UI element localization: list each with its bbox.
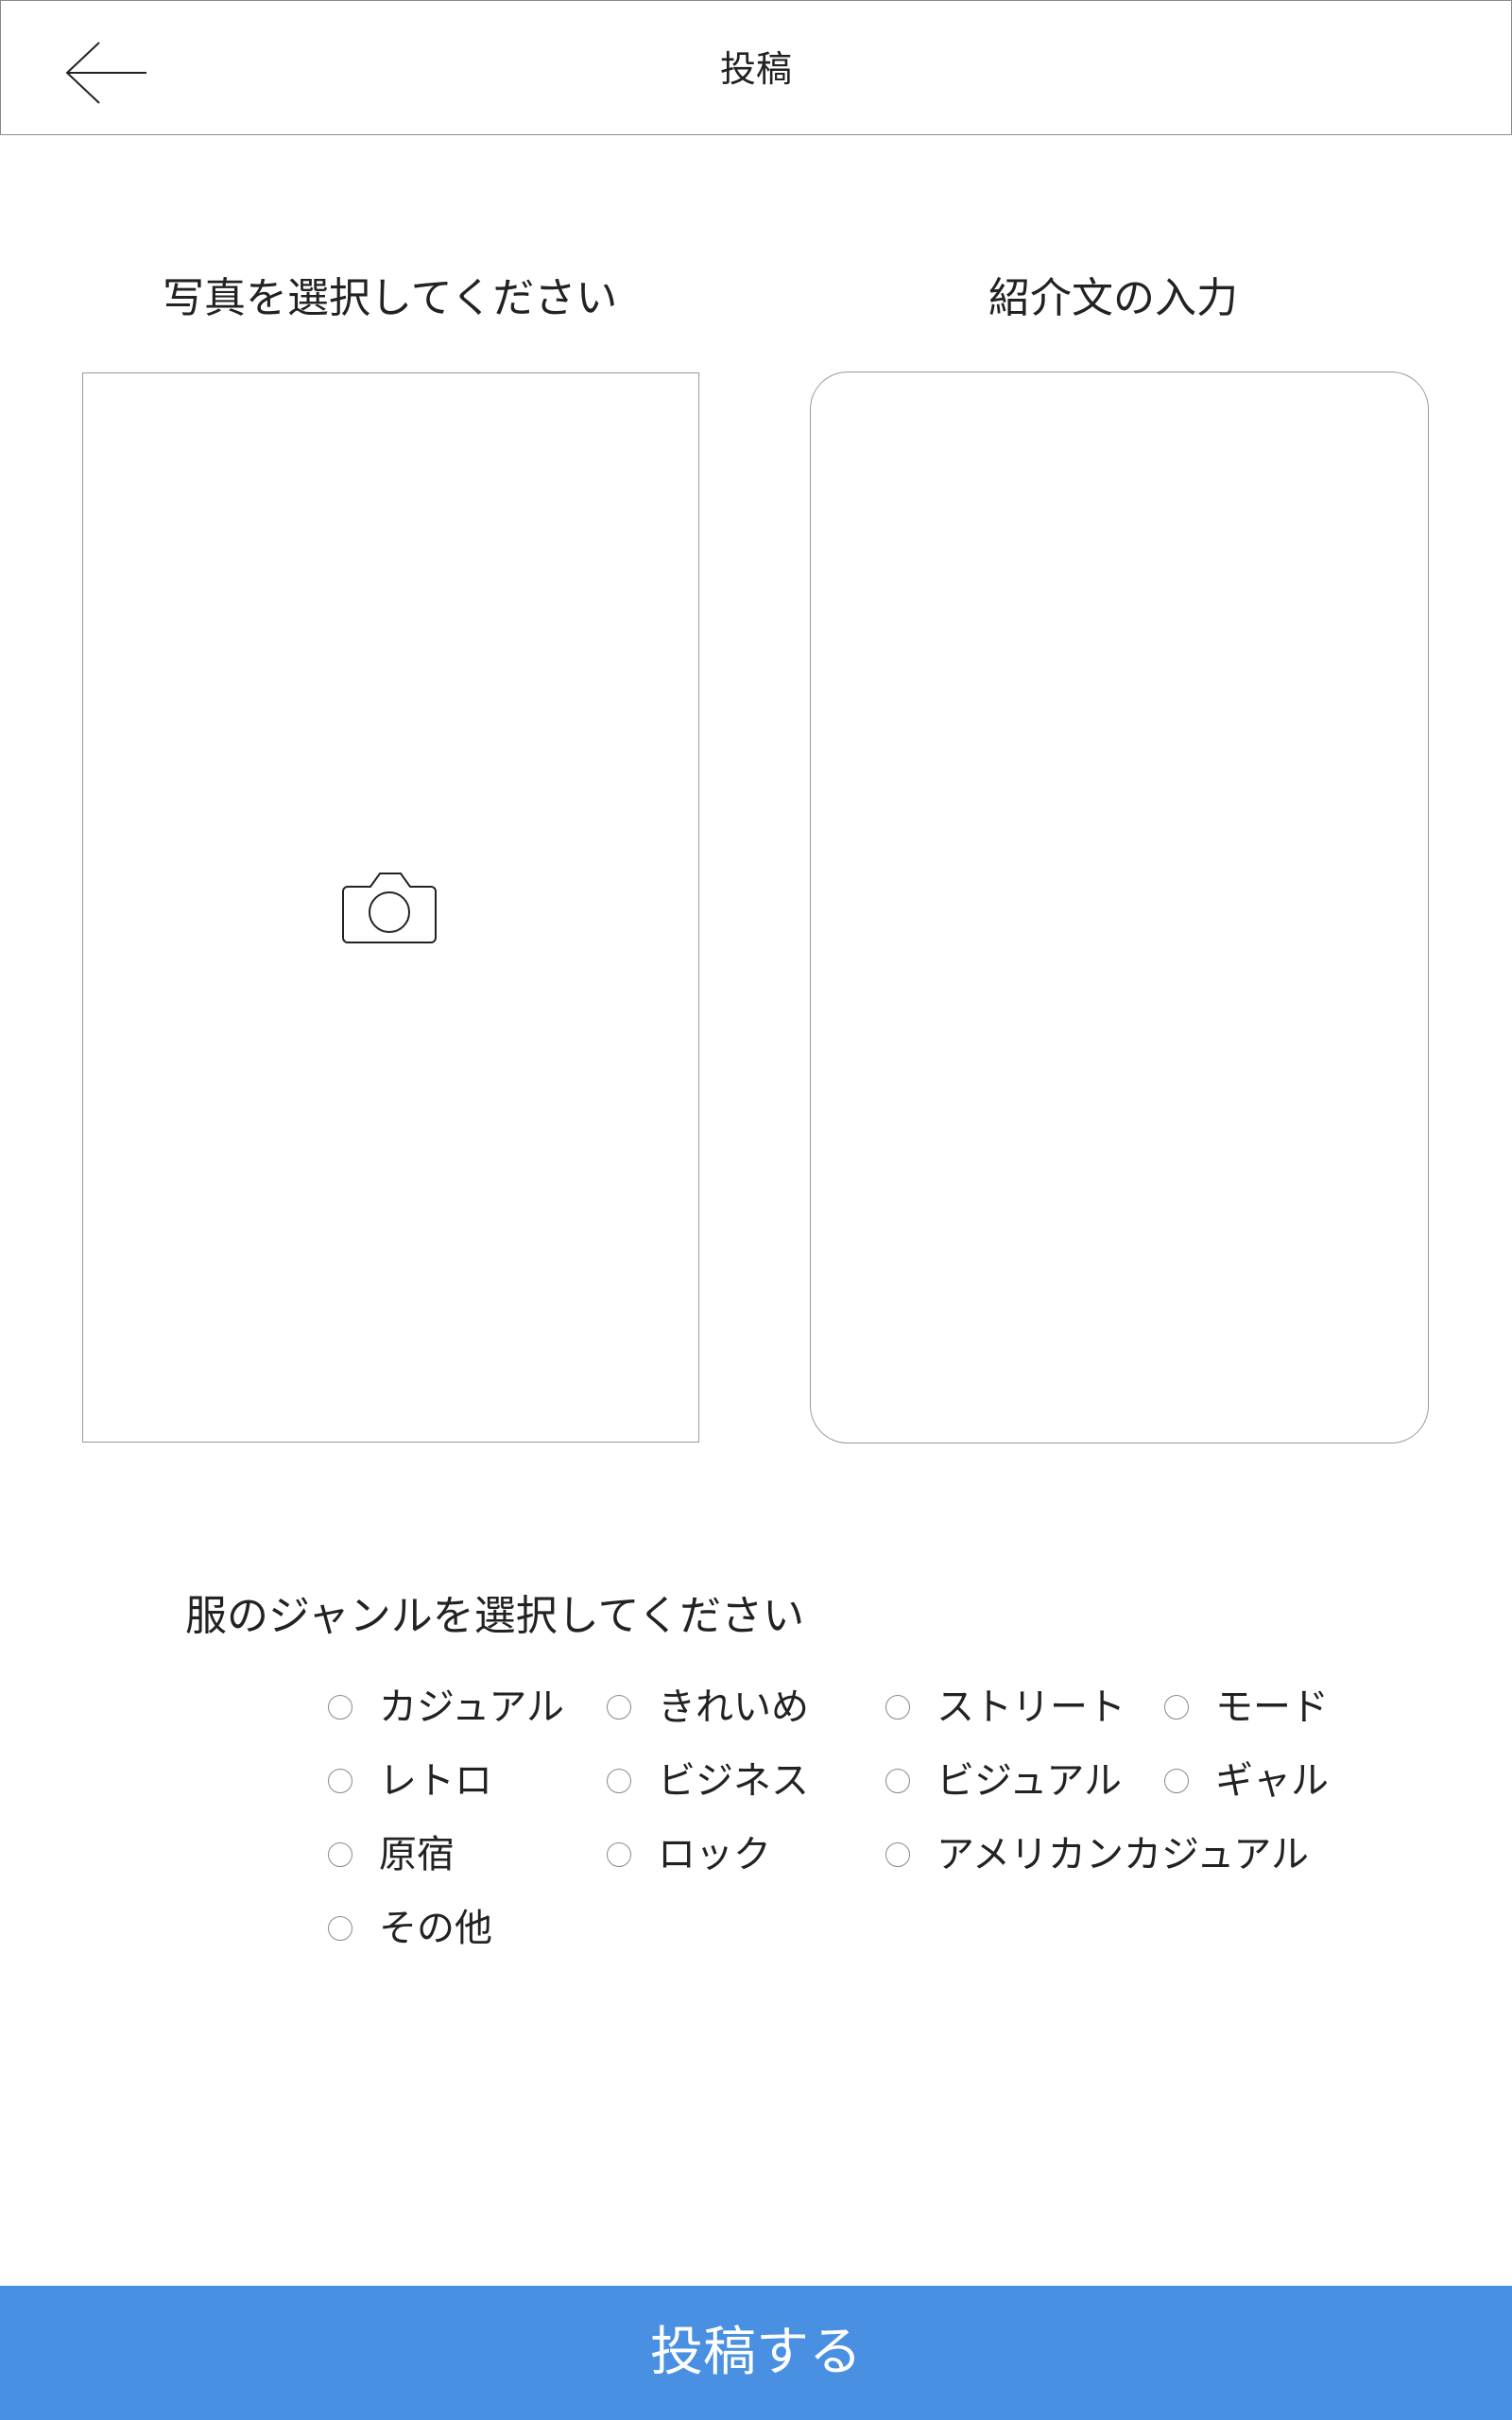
genre-option-visual[interactable]: ビジュアル: [885, 1753, 1122, 1809]
radio-button[interactable]: [328, 1695, 352, 1720]
genre-option-retro[interactable]: レトロ: [328, 1753, 492, 1809]
genre-option-label: ビジネス: [658, 1759, 809, 1803]
photo-select-label: 写真を選択してください: [163, 274, 618, 322]
page-title: 投稿: [719, 48, 792, 90]
genre-option-label: カジュアル: [379, 1685, 564, 1729]
genre-option-harajuku[interactable]: 原宿: [328, 1826, 455, 1883]
intro-textarea[interactable]: [810, 372, 1429, 1443]
genre-option-label: 原宿: [379, 1833, 455, 1876]
radio-button[interactable]: [885, 1769, 910, 1793]
genre-option-gal[interactable]: ギャル: [1164, 1753, 1329, 1809]
radio-button[interactable]: [607, 1769, 631, 1793]
genre-select-label: 服のジャンルを選択してください: [185, 1592, 805, 1640]
genre-option-other[interactable]: その他: [328, 1900, 492, 1957]
radio-button[interactable]: [328, 1916, 352, 1941]
radio-button[interactable]: [328, 1842, 352, 1867]
genre-option-american-casual[interactable]: アメリカンカジュアル: [885, 1826, 1309, 1883]
radio-button[interactable]: [607, 1695, 631, 1720]
radio-button[interactable]: [1164, 1695, 1189, 1720]
genre-option-label: レトロ: [379, 1759, 492, 1803]
radio-button[interactable]: [607, 1842, 631, 1867]
radio-button[interactable]: [1164, 1769, 1189, 1793]
camera-icon: [342, 873, 437, 943]
genre-option-label: アメリカンカジュアル: [936, 1833, 1309, 1876]
genre-option-label: ギャル: [1215, 1759, 1329, 1803]
genre-option-casual[interactable]: カジュアル: [328, 1679, 564, 1736]
radio-button[interactable]: [328, 1769, 352, 1793]
genre-option-mode[interactable]: モード: [1164, 1679, 1329, 1736]
genre-option-label: ストリート: [936, 1685, 1125, 1729]
genre-option-label: その他: [379, 1907, 492, 1950]
genre-option-label: きれいめ: [658, 1685, 809, 1729]
genre-option-kireime[interactable]: きれいめ: [607, 1679, 809, 1736]
genre-option-street[interactable]: ストリート: [885, 1679, 1125, 1736]
genre-option-label: ビジュアル: [936, 1759, 1122, 1803]
submit-post-button[interactable]: 投稿する: [0, 2286, 1512, 2420]
post-screen: 投稿 写真を選択してください 紹介文の入力 服のジャンルを選択してください カジ…: [0, 0, 1512, 2420]
genre-option-rock[interactable]: ロック: [607, 1826, 771, 1883]
intro-text-label: 紹介文の入力: [988, 274, 1238, 322]
radio-button[interactable]: [885, 1695, 910, 1720]
radio-button[interactable]: [885, 1842, 910, 1867]
header-bar: 投稿: [0, 0, 1512, 135]
genre-option-label: ロック: [658, 1833, 771, 1876]
genre-option-label: モード: [1215, 1685, 1329, 1729]
photo-picker[interactable]: [82, 372, 699, 1443]
genre-option-business[interactable]: ビジネス: [607, 1753, 809, 1809]
